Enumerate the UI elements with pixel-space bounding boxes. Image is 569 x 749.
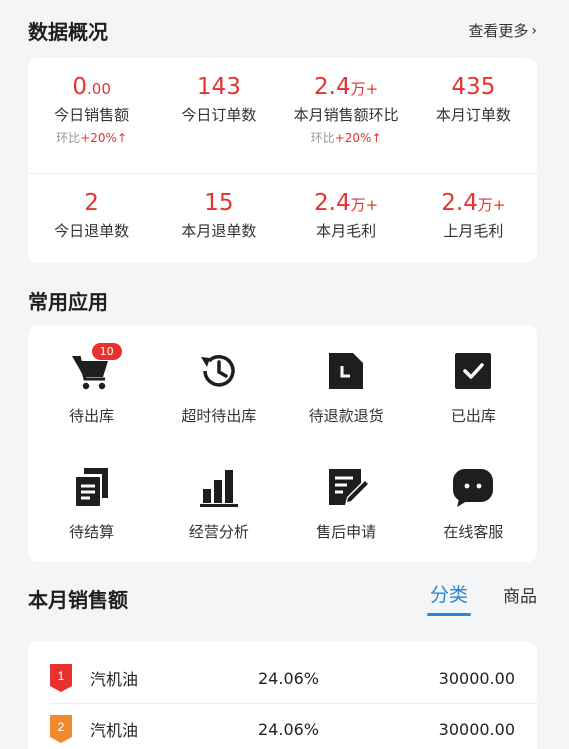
stat-label: 上月毛利	[443, 222, 504, 240]
stat-value: 0.00	[72, 74, 111, 100]
stats-row-2: 2 今日退单数 15 本月退单数 2.4万+ 本月毛利 2.4万+ 上月毛利	[28, 188, 537, 241]
sales-ranking-card: 1 汽机油 24.06% 30000.00 2 汽机油 24.06% 30000…	[28, 641, 537, 749]
monthly-sales-tabs: 分类 商品	[395, 580, 537, 616]
svg-text:1: 1	[58, 669, 65, 683]
stat-month-refunds[interactable]: 15 本月退单数	[155, 188, 282, 241]
stat-label: 本月销售额环比	[293, 106, 399, 124]
stat-value: 435	[451, 74, 496, 100]
stat-label: 本月毛利	[316, 222, 377, 240]
stat-label: 今日销售额	[54, 106, 130, 124]
app-label: 待退款退货	[308, 407, 384, 425]
app-pending-refund-return[interactable]: 待退款退货	[283, 349, 410, 426]
cart-icon: 10	[70, 343, 122, 393]
stat-today-refunds[interactable]: 2 今日退单数	[28, 188, 155, 241]
app-business-analysis[interactable]: 经营分析	[155, 465, 282, 542]
apps-row-2: 待结算 经营分析 售后申请 在线客服	[28, 465, 537, 542]
app-online-support[interactable]: 在线客服	[410, 465, 537, 542]
rank-amount: 30000.00	[438, 668, 515, 688]
stat-value: 143	[196, 74, 241, 100]
stat-label: 本月退单数	[181, 222, 257, 240]
apps-row-1: 10 待出库 超时待出库 待退款退货 已出库	[28, 343, 537, 426]
stat-value: 2.4万+	[441, 190, 506, 216]
history-clock-icon	[197, 349, 241, 393]
app-label: 待出库	[69, 407, 115, 425]
tab-category[interactable]: 分类	[427, 580, 471, 616]
stat-compare: 环比+20%↑	[56, 131, 128, 145]
stat-last-month-profit[interactable]: 2.4万+ 上月毛利	[410, 188, 537, 241]
app-pending-settlement[interactable]: 待结算	[28, 465, 155, 542]
view-more-link[interactable]: 查看更多 ›	[468, 20, 537, 41]
app-label: 在线客服	[443, 523, 504, 541]
stat-month-orders[interactable]: 435 本月订单数	[410, 72, 537, 146]
rank-2-badge-icon: 2	[50, 715, 72, 743]
overview-title: 数据概况	[28, 20, 108, 44]
stat-label: 今日订单数	[181, 106, 257, 124]
rank-1-badge-icon: 1	[50, 664, 72, 692]
app-label: 经营分析	[188, 523, 249, 541]
pending-count-badge: 10	[91, 343, 122, 360]
stat-label: 本月订单数	[435, 106, 511, 124]
stat-value: 2.4万+	[314, 190, 379, 216]
arrow-up-icon: ↑	[116, 131, 128, 145]
view-more-label: 查看更多	[468, 22, 529, 40]
stat-today-orders[interactable]: 143 今日订单数	[155, 72, 282, 146]
stat-label: 今日退单数	[54, 222, 130, 240]
apps-header: 常用应用	[28, 286, 537, 315]
rank-name: 汽机油	[90, 670, 139, 689]
stat-today-sales[interactable]: 0.00 今日销售额 环比+20%↑	[28, 72, 155, 146]
ranking-row[interactable]: 2 汽机油 24.06% 30000.00	[28, 704, 537, 749]
chat-bubble-icon	[451, 465, 495, 509]
ranking-row[interactable]: 1 汽机油 24.06% 30000.00	[28, 653, 537, 703]
app-label: 已出库	[450, 407, 496, 425]
edit-note-icon	[324, 465, 369, 509]
stat-month-profit[interactable]: 2.4万+ 本月毛利	[283, 188, 410, 241]
stat-value: 2.4万+	[314, 74, 379, 100]
stats-row-1: 0.00 今日销售额 环比+20%↑ 143 今日订单数 2.4万+ 本月销售额…	[28, 72, 537, 146]
tab-product[interactable]: 商品	[503, 582, 537, 607]
overview-header: 数据概况 查看更多 ›	[28, 16, 537, 45]
rank-name: 汽机油	[90, 721, 139, 740]
rank-percent: 24.06%	[258, 719, 320, 739]
stat-compare: 环比+20%↑	[310, 131, 382, 145]
chevron-right-icon: ›	[531, 22, 537, 39]
overview-stats-card: 0.00 今日销售额 环比+20%↑ 143 今日订单数 2.4万+ 本月销售额…	[28, 58, 537, 263]
stat-value: 2	[84, 190, 99, 216]
app-label: 待结算	[69, 523, 115, 541]
apps-card: 10 待出库 超时待出库 待退款退货 已出库 待结算 经营分析 售后申请 在线客…	[28, 325, 537, 562]
app-label: 售后申请	[316, 523, 377, 541]
svg-text:2: 2	[58, 720, 65, 734]
tab-active-indicator	[427, 613, 471, 616]
stat-month-sales-mom[interactable]: 2.4万+ 本月销售额环比 环比+20%↑	[283, 72, 410, 146]
stat-value: 15	[204, 190, 234, 216]
monthly-sales-title: 本月销售额	[28, 588, 128, 612]
app-shipped[interactable]: 已出库	[410, 349, 537, 426]
rank-percent: 24.06%	[258, 668, 320, 688]
app-label: 超时待出库	[181, 407, 257, 425]
app-overdue-outbound[interactable]: 超时待出库	[155, 349, 282, 426]
rank-amount: 30000.00	[438, 719, 515, 739]
app-pending-outbound[interactable]: 10 待出库	[28, 343, 155, 426]
bar-chart-icon	[197, 465, 241, 509]
copy-documents-icon	[70, 465, 114, 509]
app-after-sales-request[interactable]: 售后申请	[283, 465, 410, 542]
divider	[28, 173, 537, 174]
document-icon	[324, 349, 368, 393]
checkbox-icon	[451, 349, 495, 393]
apps-title: 常用应用	[28, 290, 108, 314]
arrow-up-icon: ↑	[371, 131, 382, 145]
